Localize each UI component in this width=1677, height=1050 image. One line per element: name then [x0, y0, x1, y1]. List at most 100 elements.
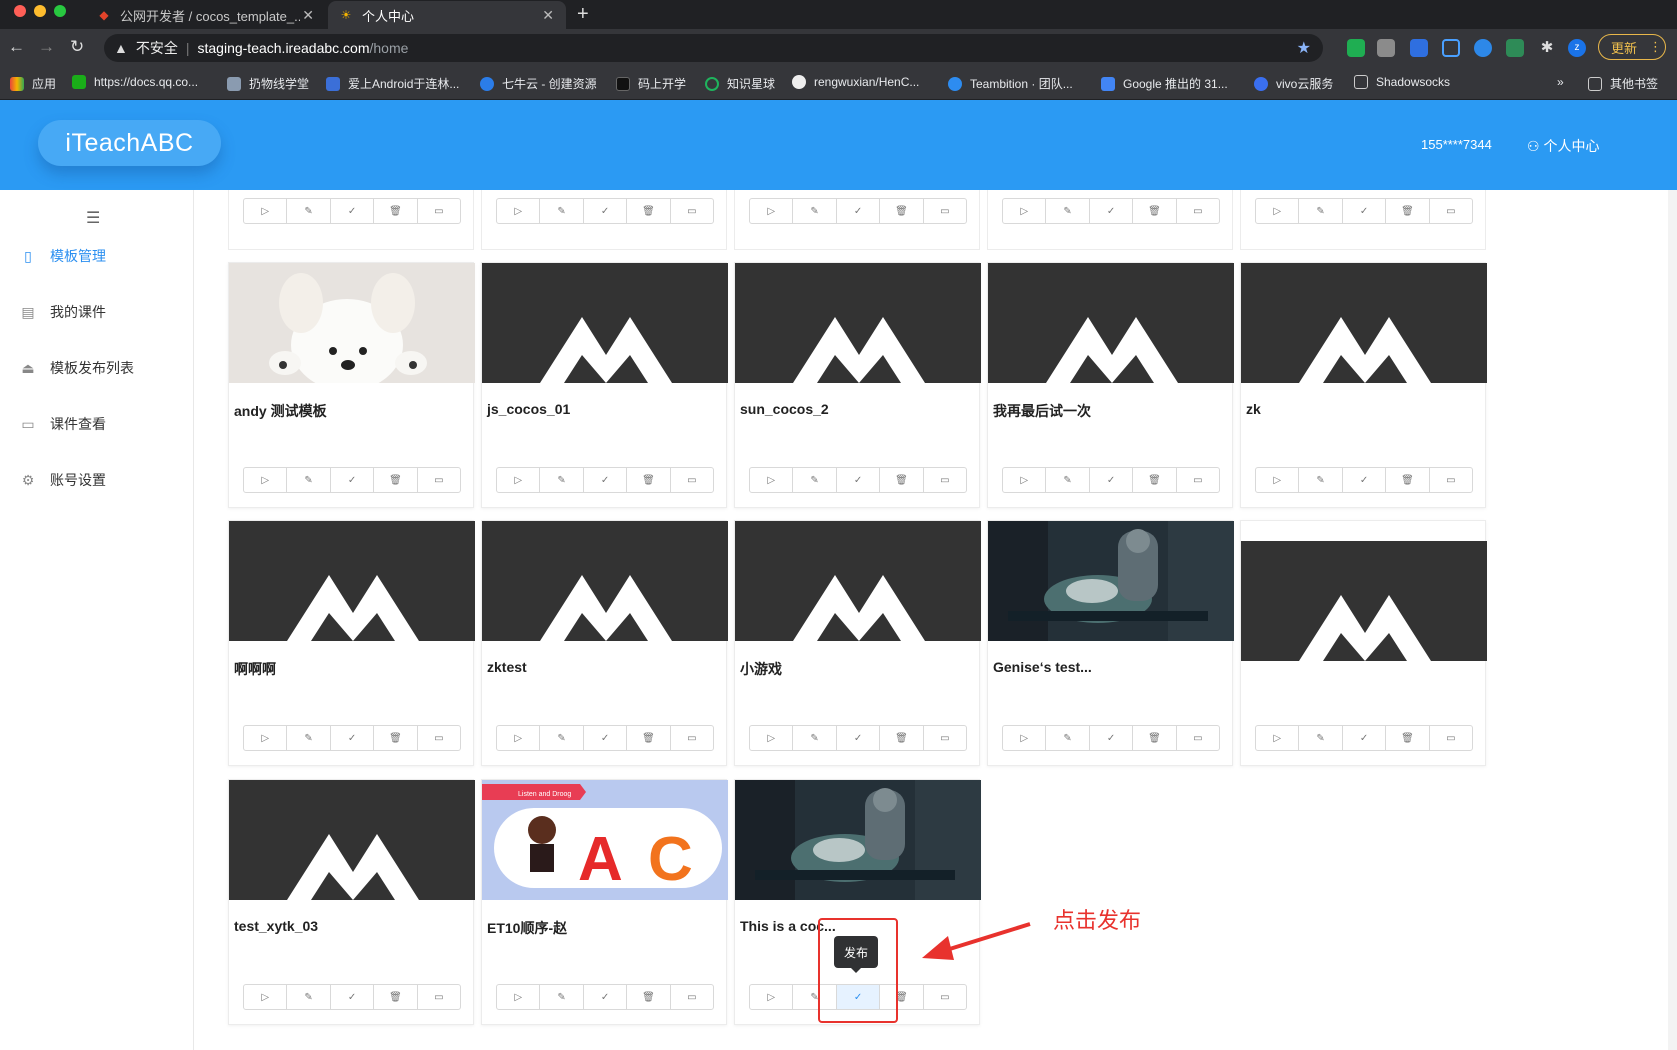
play-button[interactable]: ▷: [243, 467, 288, 493]
card-thumbnail[interactable]: [735, 521, 981, 641]
delete-button[interactable]: 🗑: [626, 984, 671, 1010]
template-card[interactable]: sun_cocos_2 ▷ ✎ ✓ 🗑 ▭: [734, 262, 981, 508]
card-thumbnail[interactable]: [229, 263, 475, 383]
card-thumbnail[interactable]: [482, 263, 728, 383]
delete-button[interactable]: 🗑: [1132, 467, 1177, 493]
edit-button[interactable]: ✎: [286, 467, 331, 493]
template-card[interactable]: test_xytk_03 ▷ ✎ ✓ 🗑 ▭: [228, 779, 475, 1025]
forward-icon[interactable]: →: [38, 37, 55, 57]
edit-button[interactable]: ✎: [792, 467, 837, 493]
browser-extension-icon[interactable]: [1474, 39, 1492, 57]
bookmark-github[interactable]: rengwuxian/HenC...: [792, 75, 919, 89]
preview-button[interactable]: ▭: [669, 467, 715, 493]
preview-button[interactable]: ▭: [1175, 467, 1221, 493]
template-card[interactable]: js_cocos_01 ▷ ✎ ✓ 🗑 ▭: [481, 262, 728, 508]
delete-button[interactable]: 🗑: [373, 467, 418, 493]
publish-button[interactable]: ✓: [835, 467, 881, 493]
delete-button[interactable]: 🗑: [1385, 725, 1430, 751]
edit-button[interactable]: ✎: [1045, 198, 1090, 224]
play-button[interactable]: ▷: [1002, 198, 1047, 224]
template-card[interactable]: Genise‘s test... ▷ ✎ ✓ 🗑 ▭: [987, 520, 1234, 766]
template-card[interactable]: andy 测试模板 ▷ ✎ ✓ 🗑 ▭: [228, 262, 475, 508]
template-card[interactable]: 啊啊啊 ▷ ✎ ✓ 🗑 ▭: [228, 520, 475, 766]
sidebar-item-account-settings[interactable]: ⚙ 账号设置: [20, 468, 106, 492]
bookmark-docs-qq[interactable]: https://docs.qq.co...: [72, 75, 198, 89]
update-button[interactable]: 更新 ⋮: [1598, 34, 1666, 60]
back-icon[interactable]: ←: [8, 37, 25, 57]
play-button[interactable]: ▷: [496, 984, 541, 1010]
menu-collapse-icon[interactable]: ☰: [86, 208, 100, 228]
card-thumbnail[interactable]: [482, 521, 728, 641]
publish-button[interactable]: ✓: [835, 725, 881, 751]
edit-button[interactable]: ✎: [1045, 725, 1090, 751]
play-button[interactable]: ▷: [496, 198, 541, 224]
user-center-link[interactable]: ⚇ 个人中心: [1527, 136, 1599, 156]
bookmark-qiniu[interactable]: 七牛云 - 创建资源: [480, 75, 597, 92]
delete-button[interactable]: 🗑: [1132, 725, 1177, 751]
play-button[interactable]: ▷: [749, 984, 794, 1010]
card-thumbnail[interactable]: [1241, 541, 1487, 661]
preview-button[interactable]: ▭: [416, 467, 462, 493]
card-thumbnail[interactable]: [229, 780, 475, 900]
bookmark-zsxq[interactable]: 知识星球: [705, 75, 775, 92]
preview-button[interactable]: ▭: [922, 198, 968, 224]
bookmark-rengwuxian[interactable]: 扔物线学堂: [227, 75, 309, 92]
card-thumbnail[interactable]: [735, 780, 981, 900]
preview-button[interactable]: ▭: [669, 198, 715, 224]
edit-button[interactable]: ✎: [1045, 467, 1090, 493]
close-window-button[interactable]: [14, 5, 26, 17]
card-thumbnail[interactable]: [735, 263, 981, 383]
preview-button[interactable]: ▭: [922, 725, 968, 751]
publish-button[interactable]: ✓: [1341, 725, 1387, 751]
address-bar[interactable]: ▲ 不安全 | staging-teach.ireadabc.com/home …: [104, 34, 1323, 62]
publish-button[interactable]: ✓: [1088, 725, 1134, 751]
edit-button[interactable]: ✎: [286, 984, 331, 1010]
delete-button[interactable]: 🗑: [373, 984, 418, 1010]
play-button[interactable]: ▷: [243, 725, 288, 751]
preview-button[interactable]: ▭: [416, 984, 462, 1010]
play-button[interactable]: ▷: [749, 198, 794, 224]
maximize-window-button[interactable]: [54, 5, 66, 17]
edit-button[interactable]: ✎: [1298, 198, 1343, 224]
publish-button[interactable]: ✓: [582, 984, 628, 1010]
edit-button[interactable]: ✎: [792, 198, 837, 224]
template-card[interactable]: Listen and Droog A C ET10顺序-赵 ▷ ✎ ✓ 🗑 ▭: [481, 779, 728, 1025]
preview-button[interactable]: ▭: [1175, 198, 1221, 224]
play-button[interactable]: ▷: [1002, 467, 1047, 493]
play-button[interactable]: ▷: [1002, 725, 1047, 751]
bookmark-android[interactable]: 爱上Android于连林...: [326, 75, 459, 92]
delete-button[interactable]: 🗑: [1385, 198, 1430, 224]
card-thumbnail[interactable]: Listen and Droog A C: [482, 780, 728, 900]
sidebar-item-my-courseware[interactable]: ▤ 我的课件: [20, 300, 106, 324]
publish-button[interactable]: ✓: [582, 467, 628, 493]
publish-button[interactable]: ✓: [329, 467, 375, 493]
reload-icon[interactable]: ↻: [70, 37, 84, 57]
preview-button[interactable]: ▭: [1175, 725, 1221, 751]
publish-button[interactable]: ✓: [1341, 198, 1387, 224]
template-card[interactable]: ▷ ✎ ✓ 🗑 ▭: [1240, 520, 1487, 766]
edit-button[interactable]: ✎: [1298, 467, 1343, 493]
template-card[interactable]: 小游戏 ▷ ✎ ✓ 🗑 ▭: [734, 520, 981, 766]
publish-button[interactable]: ✓: [1088, 198, 1134, 224]
card-thumbnail[interactable]: [1241, 263, 1487, 383]
bookmark-star-icon[interactable]: ★: [1297, 38, 1311, 58]
edit-button[interactable]: ✎: [539, 467, 584, 493]
delete-button[interactable]: 🗑: [879, 725, 924, 751]
delete-button[interactable]: 🗑: [626, 725, 671, 751]
preview-button[interactable]: ▭: [669, 984, 715, 1010]
rocket-extension-icon[interactable]: [1506, 39, 1524, 57]
preview-button[interactable]: ▭: [416, 725, 462, 751]
play-button[interactable]: ▷: [1255, 198, 1300, 224]
bookmark-apps[interactable]: 应用: [10, 75, 56, 92]
bookmark-vivo[interactable]: vivo云服务: [1254, 75, 1333, 92]
publish-button[interactable]: ✓: [582, 725, 628, 751]
puzzle-extensions-icon[interactable]: ✱: [1538, 39, 1556, 57]
publish-button[interactable]: ✓: [1341, 467, 1387, 493]
delete-button[interactable]: 🗑: [626, 467, 671, 493]
delete-button[interactable]: 🗑: [373, 198, 418, 224]
delete-button[interactable]: 🗑: [879, 467, 924, 493]
preview-button[interactable]: ▭: [1428, 198, 1474, 224]
play-button[interactable]: ▷: [496, 467, 541, 493]
profile-avatar-icon[interactable]: z: [1568, 39, 1586, 57]
pocket-extension-icon[interactable]: [1410, 39, 1428, 57]
